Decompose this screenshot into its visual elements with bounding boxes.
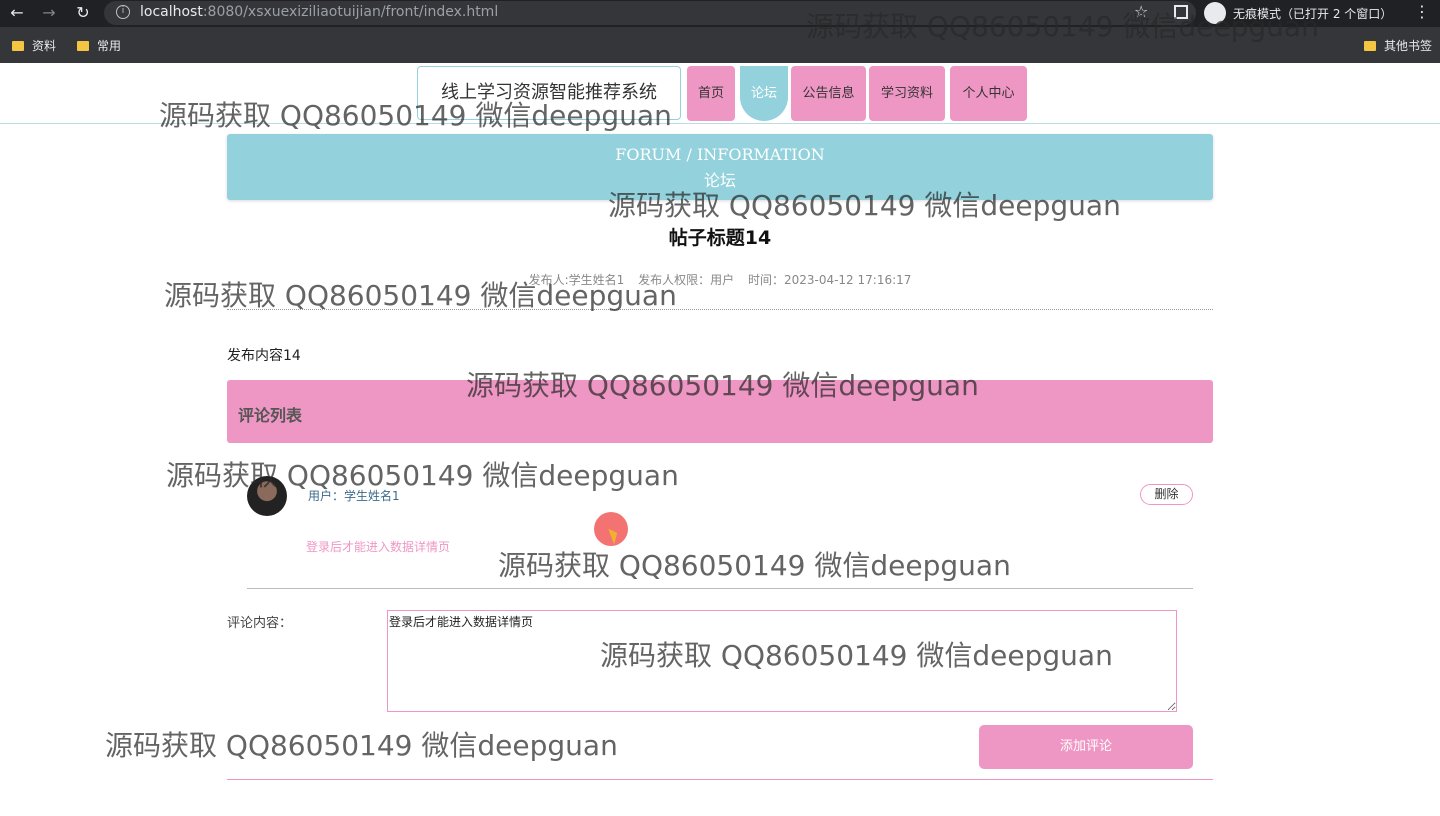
comment-list-title: 评论列表: [238, 406, 303, 425]
bookmark-folder-changyong[interactable]: 常用: [77, 37, 121, 54]
back-icon[interactable]: ←: [6, 2, 28, 24]
banner-title-en: FORUM / INFORMATION: [615, 145, 825, 164]
reload-icon[interactable]: ↻: [72, 2, 94, 24]
folder-icon: [12, 40, 24, 51]
divider: [247, 588, 1193, 589]
watermark: 源码获取 QQ86050149 微信deepguan: [166, 459, 679, 492]
delete-comment-button[interactable]: 删除: [1140, 484, 1193, 505]
url-path: :8080/xsxuexiziliaotuijian/front/index.h…: [202, 4, 499, 20]
watermark: 源码获取 QQ86050149 微信deepguan: [806, 10, 1319, 43]
comment-content-label: 评论内容：: [227, 616, 293, 631]
nav-study-materials[interactable]: 学习资料: [869, 66, 945, 121]
watermark: 源码获取 QQ86050149 微信deepguan: [498, 549, 1011, 582]
folder-icon: [1364, 40, 1376, 51]
nav-announcements[interactable]: 公告信息: [791, 66, 866, 121]
folder-icon: [77, 40, 89, 51]
browser-menu-icon[interactable]: ⋮: [1414, 2, 1430, 21]
comment-text: 登录后才能进入数据详情页: [306, 540, 451, 554]
watermark: 源码获取 QQ86050149 微信deepguan: [600, 639, 1113, 672]
watermark: 源码获取 QQ86050149 微信deepguan: [164, 279, 677, 312]
watermark: 源码获取 QQ86050149 微信deepguan: [466, 369, 979, 402]
url-host: localhost: [140, 4, 203, 20]
post-title: 帖子标题14: [668, 227, 772, 249]
nav-forum[interactable]: 论坛: [740, 66, 788, 121]
add-comment-button[interactable]: 添加评论: [979, 725, 1193, 769]
bookmark-label: 资料: [32, 39, 57, 53]
watermark: 源码获取 QQ86050149 微信deepguan: [159, 99, 672, 132]
divider: [227, 779, 1213, 780]
nav-personal-center[interactable]: 个人中心: [950, 66, 1027, 121]
watermark: 源码获取 QQ86050149 微信deepguan: [608, 189, 1121, 222]
other-bookmarks[interactable]: 其他书签: [1364, 37, 1432, 54]
bookmark-label: 常用: [97, 39, 122, 53]
forward-icon[interactable]: →: [38, 2, 60, 24]
page: 线上学习资源智能推荐系统 首页 论坛 公告信息 学习资料 个人中心 FORUM …: [0, 63, 1440, 816]
bookmark-folder-ziliao[interactable]: 资料: [12, 37, 56, 54]
watermark: 源码获取 QQ86050149 微信deepguan: [105, 729, 618, 762]
url-text[interactable]: localhost:8080/xsxuexiziliaotuijian/fron…: [140, 4, 498, 20]
nav-home[interactable]: 首页: [687, 66, 735, 121]
post-content: 发布内容14: [227, 348, 301, 364]
post-time: 时间：2023-04-12 17:16:17: [747, 273, 912, 287]
site-info-icon[interactable]: i: [116, 5, 130, 19]
bookmark-label: 其他书签: [1384, 39, 1433, 53]
